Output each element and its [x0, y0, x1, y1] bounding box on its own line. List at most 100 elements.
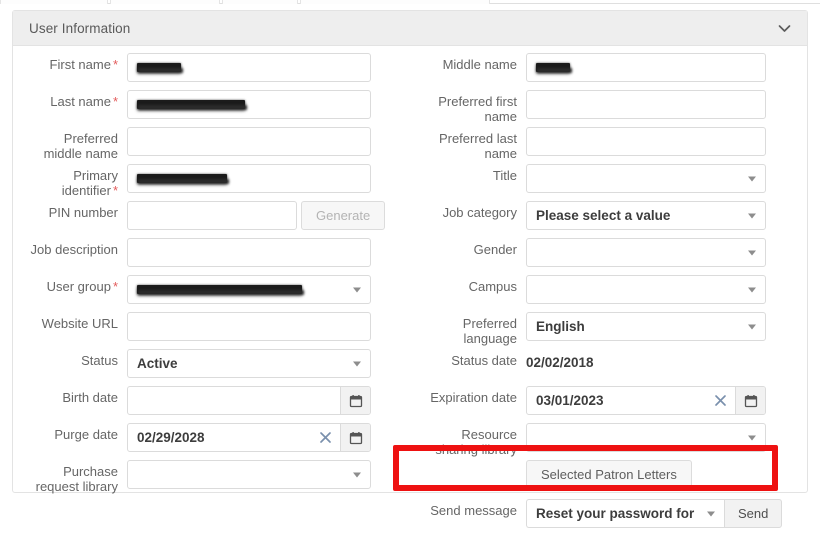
accordion-header[interactable]: User Information: [13, 11, 807, 46]
field-label-expiration-date: Expiration date: [430, 390, 517, 405]
clear-icon[interactable]: [310, 424, 340, 451]
field-label-gender: Gender: [473, 242, 517, 257]
field-label-first-name: First name *: [49, 57, 118, 72]
field-control: Please select a value: [526, 201, 807, 230]
input-pin-number[interactable]: [127, 201, 297, 230]
input-preferred-first-name[interactable]: [526, 90, 766, 119]
tab-segment[interactable]: [222, 0, 298, 4]
field-control: [526, 53, 807, 82]
select-campus[interactable]: [526, 275, 766, 304]
redacted-value: [536, 63, 570, 72]
redacted-value: [137, 100, 245, 109]
form-row-preferred-language: Preferred language English: [414, 312, 807, 346]
selected-patron-letters-button[interactable]: Selected Patron Letters: [526, 460, 692, 489]
field-control: Reset your password for Send: [526, 499, 807, 528]
input-job-description[interactable]: [127, 238, 371, 267]
field-value: Active: [137, 356, 178, 371]
field-label-user-group: User group *: [46, 279, 118, 294]
tab-segment[interactable]: [300, 0, 490, 4]
form-row-expiration-date: Expiration date 03/01/2023: [414, 386, 807, 420]
send-button[interactable]: Send: [724, 499, 783, 528]
chevron-down-icon[interactable]: [773, 17, 795, 39]
chevron-down-icon: [353, 472, 361, 477]
field-label-status-date: Status date: [451, 353, 517, 368]
select-preferred-language[interactable]: English: [526, 312, 766, 341]
chevron-down-icon: [748, 250, 756, 255]
chevron-down-icon: [748, 287, 756, 292]
chevron-down-icon: [353, 287, 361, 292]
field-control: [526, 164, 807, 193]
tab-strip: [0, 0, 820, 4]
select-send-message-template[interactable]: Reset your password for: [526, 499, 724, 528]
required-asterisk: *: [112, 279, 118, 294]
chevron-down-icon: [748, 213, 756, 218]
field-label-website-url: Website URL: [41, 316, 118, 331]
field-label-spacer: [414, 460, 526, 464]
input-preferred-middle-name[interactable]: [127, 127, 371, 156]
field-control: [127, 386, 410, 415]
user-information-form: First name * Last name * Preferred middle nam…: [13, 46, 807, 536]
redacted-value: [137, 174, 227, 183]
form-row-first-name: First name *: [17, 53, 410, 87]
field-control: [127, 275, 410, 304]
field-label-preferred-last-name: Preferred last name: [438, 131, 517, 161]
field-label-job-description: Job description: [30, 242, 118, 257]
tab-segment[interactable]: [110, 0, 220, 4]
form-row-campus: Campus: [414, 275, 807, 309]
calendar-icon[interactable]: [340, 387, 370, 414]
form-row-patron-letters: Selected Patron Letters: [414, 460, 807, 494]
input-primary-identifier[interactable]: [127, 164, 371, 193]
select-purchase-request-library[interactable]: [127, 460, 371, 489]
field-label-purchase-request-library: Purchase request library: [35, 464, 118, 494]
select-title[interactable]: [526, 164, 766, 193]
required-asterisk: *: [112, 57, 118, 72]
field-label-job-category: Job category: [442, 205, 517, 220]
form-row-job-description: Job description: [17, 238, 410, 272]
field-label-primary-identifier: Primary identifier *: [61, 168, 118, 198]
date-field-purge-date[interactable]: 02/29/2028: [127, 423, 371, 452]
field-label-title: Title: [492, 168, 517, 183]
form-row-website-url: Website URL: [17, 312, 410, 346]
generate-button[interactable]: Generate: [301, 201, 386, 230]
form-row-purchase-request-library: Purchase request library: [17, 460, 410, 494]
field-control: English: [526, 312, 807, 341]
field-label-send-message: Send message: [430, 503, 517, 518]
field-control: Generate: [127, 201, 410, 230]
date-field-expiration-date[interactable]: 03/01/2023: [526, 386, 766, 415]
form-row-title: Title: [414, 164, 807, 198]
form-row-status: Status Active: [17, 349, 410, 383]
field-value: Please select a value: [536, 208, 671, 223]
input-website-url[interactable]: [127, 312, 371, 341]
field-value: English: [536, 319, 585, 334]
value-status-date: 02/02/2018: [526, 355, 594, 370]
form-row-last-name: Last name *: [17, 90, 410, 124]
select-status[interactable]: Active: [127, 349, 371, 378]
calendar-icon[interactable]: [340, 424, 370, 451]
field-value[interactable]: 03/01/2023: [527, 387, 705, 414]
field-label-last-name: Last name *: [50, 94, 118, 109]
input-preferred-last-name[interactable]: [526, 127, 766, 156]
clear-icon[interactable]: [705, 387, 735, 414]
chevron-down-icon: [707, 511, 715, 516]
field-value[interactable]: [128, 387, 340, 414]
calendar-icon[interactable]: [735, 387, 765, 414]
field-label-purge-date: Purge date: [54, 427, 118, 442]
field-control: 02/29/2028: [127, 423, 410, 452]
field-label-resource-sharing-library: Resource sharing library: [435, 427, 517, 457]
chevron-down-icon: [748, 435, 756, 440]
input-first-name[interactable]: [127, 53, 371, 82]
select-gender[interactable]: [526, 238, 766, 267]
date-field-birth-date[interactable]: [127, 386, 371, 415]
select-resource-sharing-library[interactable]: [526, 423, 766, 452]
field-value[interactable]: 02/29/2028: [128, 424, 310, 451]
input-middle-name[interactable]: [526, 53, 766, 82]
input-last-name[interactable]: [127, 90, 371, 119]
select-user-group[interactable]: [127, 275, 371, 304]
field-label-status: Status: [81, 353, 118, 368]
form-row-send-message: Send message Reset your password for Send: [414, 499, 807, 533]
form-row-pin-number: PIN number Generate: [17, 201, 410, 235]
select-job-category[interactable]: Please select a value: [526, 201, 766, 230]
chevron-down-icon: [748, 324, 756, 329]
field-label-campus: Campus: [468, 279, 517, 294]
tab-segment[interactable]: [0, 0, 108, 4]
